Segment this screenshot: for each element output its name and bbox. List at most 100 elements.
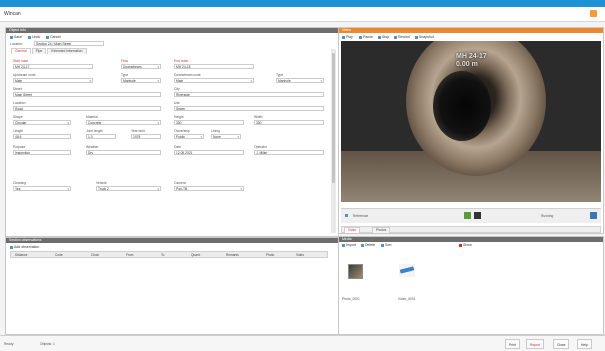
width-input[interactable]: 300 (254, 120, 324, 125)
tab-video[interactable]: Video (344, 227, 361, 233)
save-button[interactable]: Save (10, 35, 22, 40)
import-button[interactable]: Import (342, 243, 356, 248)
year-built-input[interactable]: 1978 (131, 134, 161, 139)
column-header-to[interactable]: To (161, 253, 164, 257)
field-label-cleaning: Cleaning (13, 181, 27, 185)
field-label-end-node: End node (174, 59, 189, 63)
location-field[interactable]: Section 24 / Main Street (34, 41, 104, 46)
cleaning-select[interactable]: Yes ▾ (13, 186, 71, 191)
form-scrollbar[interactable] (331, 49, 336, 233)
field-label-downstream-node: Downstream node (174, 73, 201, 77)
window-titlebar: Wincan (0, 7, 605, 22)
play-button[interactable]: Play (342, 35, 353, 40)
video-viewport[interactable]: MH 24-17 0.00 m (341, 41, 601, 202)
weather-input[interactable]: Dry (86, 150, 161, 155)
close-icon[interactable] (590, 10, 597, 17)
report-button[interactable]: Report (526, 339, 544, 349)
street-input[interactable]: Main Street (13, 92, 161, 97)
downstream-type-select[interactable]: Manhole ▾ (276, 78, 324, 83)
city-input[interactable]: Riverside (174, 92, 324, 97)
undo-icon (28, 35, 31, 39)
upstream-type-select[interactable]: Manhole ▾ (121, 78, 161, 83)
location-input[interactable]: Road (13, 106, 161, 111)
lining-select[interactable]: None ▾ (211, 134, 241, 139)
record-icon[interactable] (474, 212, 481, 219)
height-input[interactable]: 300 (174, 120, 244, 125)
flow-select[interactable]: Downstream ▾ (121, 64, 161, 69)
upstream-node-select[interactable]: Main ▾ (13, 78, 93, 83)
sort-button[interactable]: Sort (381, 243, 391, 248)
tab-extended-information[interactable]: Extended information (47, 48, 87, 54)
snapshot-button[interactable]: Snapshot (415, 35, 434, 40)
stop-button[interactable]: Stop (378, 35, 389, 40)
column-header-video[interactable]: Video (296, 253, 304, 257)
field-label-city: City (174, 87, 180, 91)
rewind-icon (394, 35, 397, 39)
sort-icon (381, 243, 384, 247)
field-label-upstream-node: Upstream node (13, 73, 36, 77)
start-node-input[interactable]: MH 24-17 (13, 64, 93, 69)
media-tabs: Video Photos (341, 226, 601, 233)
chevron-down-icon: ▾ (157, 79, 159, 83)
help-button[interactable]: Help (577, 339, 592, 349)
form-scrollbar-thumb[interactable] (332, 53, 335, 183)
ownership-select[interactable]: Public ▾ (174, 134, 204, 139)
column-header-from[interactable]: From (126, 253, 133, 257)
video-control-bar: Reference Running (341, 208, 601, 223)
material-select[interactable]: Concrete ▾ (86, 120, 161, 125)
field-label-purpose: Purpose (13, 145, 26, 149)
field-label-shape: Shape (13, 115, 23, 119)
field-label-length: Length (13, 129, 24, 133)
end-node-input[interactable]: MH 24-18 (174, 64, 254, 69)
delete-button[interactable]: Delete (361, 243, 375, 248)
print-button[interactable]: Print (505, 339, 520, 349)
column-header-clock[interactable]: Clock (91, 253, 99, 257)
chevron-down-icon: ▾ (157, 65, 159, 69)
use-input[interactable]: Sewer (174, 106, 324, 111)
field-label-operator: Operator (254, 145, 268, 149)
tab-photos[interactable]: Photos (372, 227, 391, 233)
downstream-node-select[interactable]: Main ▾ (174, 78, 254, 83)
column-header-quant[interactable]: Quant. (191, 253, 201, 257)
show-button[interactable]: Show (459, 243, 472, 248)
shape-select[interactable]: Circular ▾ (13, 120, 71, 125)
length-input[interactable]: 48.6 (13, 134, 71, 139)
vehicle-select[interactable]: Truck 2 ▾ (96, 186, 161, 191)
status-ready: Ready (4, 342, 14, 346)
chevron-down-icon: ▾ (157, 121, 159, 125)
media-item-label: Photo_0001 (342, 297, 360, 301)
chevron-down-icon: ▾ (237, 135, 239, 139)
field-label-year-built: Year built (131, 129, 145, 133)
photo-thumbnail-icon[interactable] (348, 264, 363, 279)
purpose-input[interactable]: Inspection (13, 150, 71, 155)
column-header-remarks[interactable]: Remarks (226, 253, 239, 257)
object-info-header: Object Info (6, 28, 338, 33)
rewind-button[interactable]: Rewind (394, 35, 410, 40)
pause-button[interactable]: Pause (359, 35, 373, 40)
tab-general[interactable]: General (11, 48, 31, 54)
import-icon (342, 243, 345, 247)
column-header-distance[interactable]: Distance (15, 253, 27, 257)
undo-button[interactable]: Undo (28, 35, 40, 40)
close-button[interactable]: Close (553, 339, 570, 349)
settings-icon[interactable] (590, 212, 597, 219)
tab-pipe[interactable]: Pipe (31, 48, 47, 54)
operator-input[interactable]: J. Miller (254, 150, 324, 155)
joint-length-input[interactable]: 1.0 (86, 134, 116, 139)
location-label: Location (10, 42, 23, 46)
field-label-type: Type (121, 73, 129, 77)
cancel-button[interactable]: Cancel (46, 35, 61, 40)
add-observation-button[interactable]: Add observation (10, 245, 39, 250)
column-header-code[interactable]: Code (55, 253, 63, 257)
window-title: Wincan (4, 11, 21, 17)
field-label-vehicle: Vehicle (96, 181, 107, 185)
column-header-photo[interactable]: Photo (266, 253, 274, 257)
pen-icon[interactable] (399, 264, 415, 277)
green-play-icon[interactable] (464, 212, 471, 219)
cancel-icon (46, 35, 49, 39)
reference-icon (345, 214, 348, 217)
video-status: Running (541, 214, 554, 218)
object-tabs: General Pipe Extended information (11, 48, 88, 54)
camera-select[interactable]: Pan-Tilt ▾ (174, 186, 244, 191)
date-input[interactable]: 12.05.2021 (174, 150, 244, 155)
